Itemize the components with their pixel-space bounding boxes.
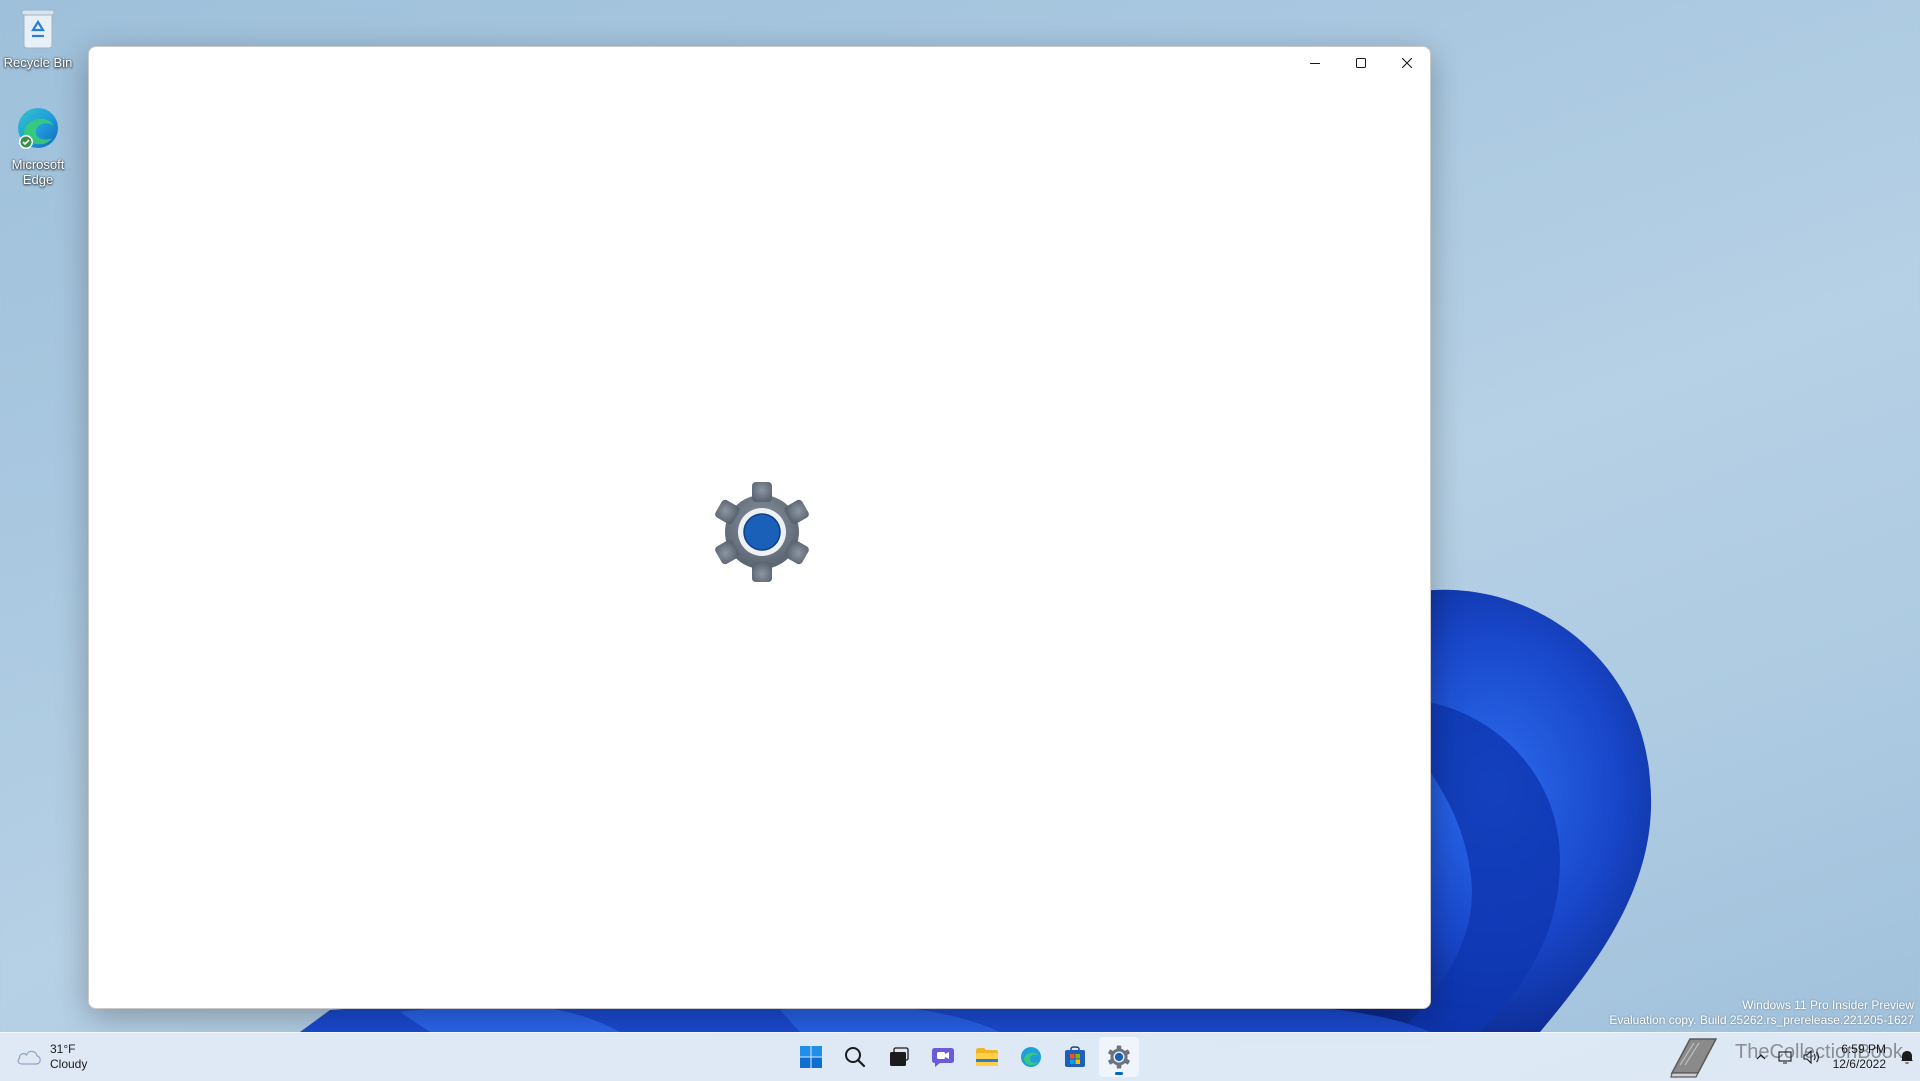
- volume-button[interactable]: [1799, 1033, 1825, 1081]
- notification-bell-icon: [1901, 1051, 1913, 1064]
- windows-logo-icon: [800, 1046, 822, 1068]
- cloud-icon: [17, 1050, 41, 1065]
- chat-button[interactable]: [923, 1037, 963, 1077]
- start-button[interactable]: [791, 1037, 831, 1077]
- show-hidden-icons-button[interactable]: [1749, 1033, 1773, 1081]
- settings-gear-icon: [715, 482, 809, 582]
- task-view-button[interactable]: [879, 1037, 919, 1077]
- weather-temp: 31°F: [50, 1042, 76, 1056]
- settings-gear-icon: [1108, 1045, 1130, 1069]
- store-icon: [1065, 1046, 1085, 1067]
- watermark-line-1: Windows 11 Pro Insider Preview: [1742, 998, 1914, 1012]
- minimize-button[interactable]: [1292, 47, 1338, 79]
- maximize-button[interactable]: [1338, 47, 1384, 79]
- maximize-icon: [1356, 58, 1366, 68]
- edge-icon: [1021, 1047, 1041, 1067]
- taskbar: 31°F Cloudy TheCollectionBook 6:59 PM 12…: [0, 1032, 1920, 1081]
- network-button[interactable]: [1773, 1033, 1799, 1081]
- desktop-icon-edge[interactable]: Microsoft Edge: [0, 104, 76, 187]
- running-indicator: [1115, 1072, 1123, 1075]
- edge-button[interactable]: [1011, 1037, 1051, 1077]
- store-button[interactable]: [1055, 1037, 1095, 1077]
- network-icon: [1778, 1051, 1792, 1064]
- watermark-line-2: Evaluation copy. Build 25262.rs_prerelea…: [1609, 1013, 1914, 1027]
- taskbar-apps: [789, 1037, 1141, 1077]
- file-explorer-button[interactable]: [967, 1037, 1007, 1077]
- settings-window[interactable]: [88, 46, 1431, 1009]
- notifications-button[interactable]: [1894, 1033, 1920, 1081]
- clock[interactable]: 6:59 PM 12/6/2022: [1825, 1033, 1894, 1081]
- close-icon: [1402, 58, 1412, 68]
- evaluation-watermark: Windows 11 Pro Insider Preview Evaluatio…: [1609, 998, 1914, 1028]
- minimize-icon: [1310, 63, 1320, 64]
- settings-taskbar-button[interactable]: [1099, 1037, 1139, 1077]
- volume-icon: [1803, 1050, 1819, 1064]
- chevron-up-icon: [1756, 1054, 1766, 1060]
- clock-date: 12/6/2022: [1832, 1057, 1886, 1071]
- weather-widget[interactable]: 31°F Cloudy: [16, 1041, 87, 1073]
- book-icon: [1670, 1038, 1718, 1078]
- folder-icon: [976, 1048, 998, 1066]
- desktop-icon-label: Microsoft Edge: [11, 157, 65, 187]
- task-view-icon: [890, 1047, 909, 1066]
- desktop-icon-label: Recycle Bin: [3, 55, 73, 70]
- window-caption-buttons: [1292, 47, 1430, 79]
- system-tray: 6:59 PM 12/6/2022: [1749, 1033, 1920, 1081]
- search-icon: [845, 1047, 866, 1068]
- close-button[interactable]: [1384, 47, 1430, 79]
- clock-time: 6:59 PM: [1841, 1042, 1886, 1056]
- edge-icon: [18, 108, 58, 149]
- weather-condition: Cloudy: [50, 1057, 88, 1071]
- chat-icon: [932, 1048, 954, 1067]
- search-button[interactable]: [835, 1037, 875, 1077]
- recycle-bin-icon: [21, 9, 55, 49]
- desktop-icon-recycle-bin[interactable]: Recycle Bin: [0, 6, 76, 70]
